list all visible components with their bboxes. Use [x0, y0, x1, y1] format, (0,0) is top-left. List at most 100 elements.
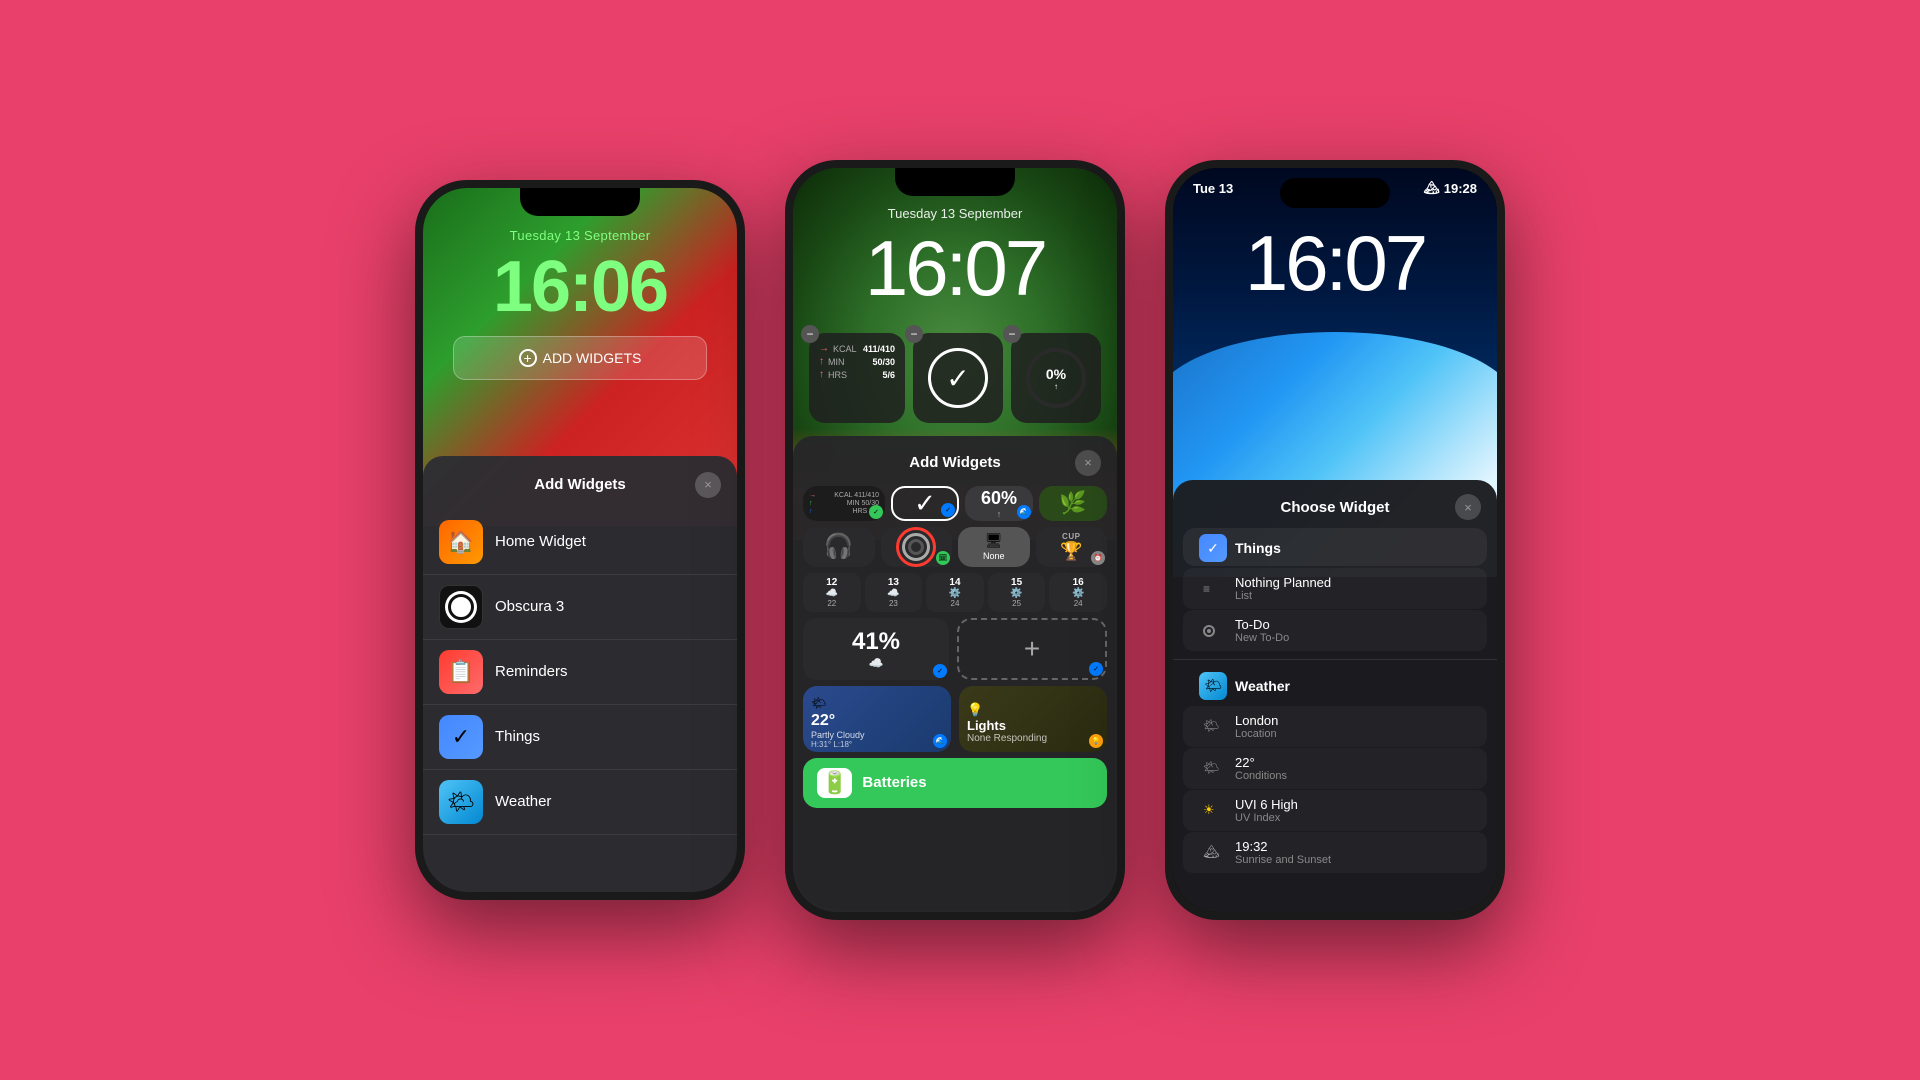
cw-item-nothing-planned[interactable]: ≡ Nothing Planned List — [1183, 568, 1487, 609]
p2-drawer-header: Add Widgets × — [793, 436, 1117, 486]
cw-item-sunrise[interactable]: 🏔 19:32 Sunrise and Sunset — [1183, 832, 1487, 873]
nothing-planned-sub: List — [1235, 590, 1471, 602]
fitness-mini-widget[interactable]: →KCAL 411/410 ↑MIN 50/30 ↑HRS 5/6 ✓ — [803, 486, 885, 521]
list-item[interactable]: 🌤 Weather — [423, 770, 737, 835]
weather-widget-p2[interactable]: 🌤 22° Partly Cloudy H:31° L:18° 🌊 — [803, 686, 951, 752]
power-button-2[interactable] — [1121, 318, 1125, 398]
dynamic-island — [1280, 178, 1390, 208]
home-widget-label: Home Widget — [495, 533, 586, 550]
widget-minus-icon[interactable]: − — [801, 325, 819, 343]
phone-2: Tuesday 13 September 16:07 − → KCAL 411/… — [785, 160, 1125, 920]
volume-up-button[interactable] — [415, 308, 419, 358]
conditions-icon: 🌤 — [1203, 760, 1220, 776]
p3-status-time: 19:28 — [1444, 181, 1477, 196]
batteries-bar[interactable]: 🔋 Batteries — [803, 758, 1107, 808]
things-app-name: Things — [1235, 540, 1281, 556]
cw-items-container: ✓ Things ≡ Nothing Planned List To-Do Ne… — [1173, 528, 1497, 874]
cw-item-london[interactable]: 🌤 London Location — [1183, 706, 1487, 747]
percent-mini-widget[interactable]: 60% ↑ 🌊 — [965, 486, 1033, 521]
obscura-widget-label: Obscura 3 — [495, 598, 564, 615]
weather-badge: 🌊 — [933, 734, 947, 748]
phone-3: Tue 13 🏔 19:28 16:07 Choose Widget × ✓ T… — [1165, 160, 1505, 920]
cal-day-12[interactable]: 12 ☁️ 22 — [803, 573, 861, 612]
add-widget-plus[interactable]: + ✓ — [957, 618, 1107, 680]
cal-day-16[interactable]: 16 ⚙️ 24 — [1049, 573, 1107, 612]
things-app-icon: ✓ — [1199, 534, 1227, 562]
p1-date: Tuesday 13 September — [423, 228, 737, 243]
things-widget-label: Things — [495, 728, 540, 745]
weather-app-icon: 🌤 — [1199, 672, 1227, 700]
p3-weather-icon: 🏔 — [1423, 180, 1440, 196]
conditions-sub: Conditions — [1235, 770, 1471, 782]
volume-down-button[interactable] — [415, 368, 419, 418]
notch — [520, 188, 640, 216]
headphones-widget[interactable]: 🎧 — [803, 527, 875, 567]
cal-day-15[interactable]: 15 ⚙️ 25 — [988, 573, 1046, 612]
p2-time: 16:07 — [793, 223, 1117, 314]
p2-drawer-title: Add Widgets — [835, 454, 1075, 471]
list-icon: ≡ — [1203, 582, 1210, 596]
volume-up-button-2[interactable] — [785, 288, 789, 338]
weather-widget-icon: 🌤 — [439, 780, 483, 824]
phone-1: Tuesday 13 September 16:06 + ADD WIDGETS… — [415, 180, 745, 900]
check-widget[interactable]: − ✓ — [913, 333, 1003, 423]
check-mini-widget[interactable]: ✓ ✓ — [891, 486, 959, 521]
weather-app-name: Weather — [1235, 678, 1290, 694]
power-button[interactable] — [741, 338, 745, 418]
reminders-widget-label: Reminders — [495, 663, 568, 680]
p2-widget-row: − → KCAL 411/410 ↑ MIN 50/30 ↑ HRS 5/6 — [809, 333, 1101, 423]
london-title: London — [1235, 713, 1471, 728]
target-widget[interactable]: 🗓 — [881, 527, 953, 567]
cw-divider — [1173, 659, 1497, 660]
uvi-icon: ☀ — [1203, 802, 1215, 818]
leaf-mini-widget[interactable]: 🌿 — [1039, 486, 1107, 521]
nothing-planned-title: Nothing Planned — [1235, 575, 1471, 590]
volume-down-button-3[interactable] — [1165, 348, 1169, 398]
cw-title: Choose Widget — [1215, 499, 1455, 516]
p2-add-widgets-drawer: Add Widgets × →KCAL 411/410 ↑MIN 50/30 ↑… — [793, 436, 1117, 912]
volume-up-button-3[interactable] — [1165, 288, 1169, 338]
list-item[interactable]: ✓ Things — [423, 705, 737, 770]
list-item[interactable]: Obscura 3 — [423, 575, 737, 640]
fitness-widget[interactable]: − → KCAL 411/410 ↑ MIN 50/30 ↑ HRS 5/6 — [809, 333, 905, 423]
checkmark-icon: ✓ — [928, 348, 988, 408]
lights-widget-p2[interactable]: 💡 Lights None Responding 💡 — [959, 686, 1107, 752]
add-widgets-drawer: Add Widgets × 🏠 Home Widget Obscura 3 📋 … — [423, 456, 737, 892]
cw-item-conditions[interactable]: 🌤 22° Conditions — [1183, 748, 1487, 789]
sunrise-title: 19:32 — [1235, 839, 1471, 854]
obscura-widget-icon — [439, 585, 483, 629]
cw-header: Choose Widget × — [1173, 480, 1497, 528]
cal-day-13[interactable]: 13 ☁️ 23 — [865, 573, 923, 612]
add-widgets-label: ADD WIDGETS — [543, 350, 642, 366]
p2-close-button[interactable]: × — [1075, 450, 1101, 476]
list-item[interactable]: 📋 Reminders — [423, 640, 737, 705]
power-button-3[interactable] — [1501, 318, 1505, 398]
drawer-close-button[interactable]: × — [695, 472, 721, 498]
drawer-header: Add Widgets × — [423, 472, 737, 510]
widget-minus-icon-2[interactable]: − — [905, 325, 923, 343]
cw-close-button[interactable]: × — [1455, 494, 1481, 520]
list-item[interactable]: 🏠 Home Widget — [423, 510, 737, 575]
cal-day-14[interactable]: 14 ⚙️ 24 — [926, 573, 984, 612]
add-widgets-button[interactable]: + ADD WIDGETS — [453, 336, 707, 380]
cw-item-uvi[interactable]: ☀ UVI 6 High UV Index — [1183, 790, 1487, 831]
london-sub: Location — [1235, 728, 1471, 740]
cw-item-todo[interactable]: To-Do New To-Do — [1183, 610, 1487, 651]
location-icon: 🌤 — [1203, 718, 1220, 734]
none-widget[interactable]: 🖥 None — [958, 527, 1030, 567]
percent-widget[interactable]: − 0% ↑ — [1011, 333, 1101, 423]
home-widget-icon: 🏠 — [439, 520, 483, 564]
widget-minus-icon-3[interactable]: − — [1003, 325, 1021, 343]
check-badge: ✓ — [941, 503, 955, 517]
p3-status-date: Tue 13 — [1193, 181, 1233, 196]
sunrise-sub: Sunrise and Sunset — [1235, 854, 1471, 866]
uvi-title: UVI 6 High — [1235, 797, 1471, 812]
pct41-badge: ✓ — [933, 664, 947, 678]
fitness-badge: ✓ — [869, 505, 883, 519]
p2-date: Tuesday 13 September — [793, 206, 1117, 221]
conditions-title: 22° — [1235, 755, 1471, 770]
pct-41-widget[interactable]: 41% ☁️ ✓ — [803, 618, 949, 680]
volume-down-button-2[interactable] — [785, 348, 789, 398]
percent-badge: 🌊 — [1017, 505, 1031, 519]
cup-widget[interactable]: CUP 🏆 ⏰ — [1036, 527, 1108, 567]
